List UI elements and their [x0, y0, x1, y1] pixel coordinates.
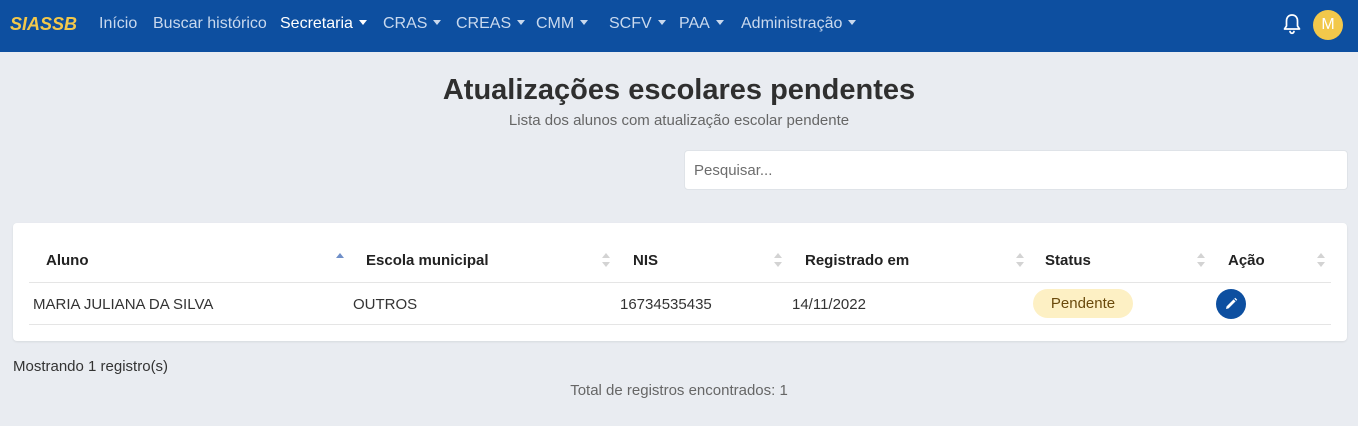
nav-inicio[interactable]: Início	[99, 15, 137, 33]
brand-logo[interactable]: SIASSB	[10, 14, 77, 35]
nav-paa[interactable]: PAA	[679, 15, 724, 33]
cell-nis: 16734535435	[620, 296, 712, 313]
nav-buscar-historico-label: Buscar histórico	[153, 15, 267, 32]
column-header-acao[interactable]: Ação	[1228, 252, 1265, 269]
cell-escola: OUTROS	[353, 296, 418, 313]
nav-paa-label: PAA	[679, 15, 710, 32]
bell-icon[interactable]	[1283, 13, 1301, 35]
caret-down-icon	[433, 20, 442, 25]
caret-down-icon	[848, 20, 857, 25]
nav-cmm-label: CMM	[536, 15, 575, 32]
page-subtitle: Lista dos alunos com atualização escolar…	[508, 112, 850, 129]
nav-scfv-label: SCFV	[609, 15, 652, 32]
header-divider	[29, 282, 1331, 283]
pencil-icon	[1226, 297, 1238, 309]
caret-down-icon	[517, 20, 526, 25]
edit-button[interactable]	[1216, 289, 1246, 319]
sort-ascending-icon[interactable]	[336, 251, 344, 269]
nav-inicio-label: Início	[99, 15, 138, 32]
top-navbar: SIASSB Início Buscar histórico Secretari…	[0, 0, 1358, 52]
status-badge: Pendente	[1033, 289, 1133, 318]
caret-down-icon	[580, 20, 589, 25]
caret-down-icon	[358, 20, 367, 25]
sort-icon[interactable]	[1317, 251, 1325, 269]
column-header-escola[interactable]: Escola municipal	[366, 252, 489, 269]
nav-buscar-historico[interactable]: Buscar histórico	[153, 15, 267, 33]
column-header-aluno[interactable]: Aluno	[46, 252, 89, 269]
nav-secretaria[interactable]: Secretaria	[280, 15, 367, 33]
results-table: Aluno Escola municipal NIS Registrado em…	[13, 223, 1347, 341]
sort-icon[interactable]	[602, 251, 610, 269]
row-divider	[29, 324, 1331, 325]
cell-aluno: MARIA JULIANA DA SILVA	[33, 296, 214, 313]
nav-cmm[interactable]: CMM	[536, 15, 589, 33]
nav-creas-label: CREAS	[456, 15, 512, 32]
caret-down-icon	[715, 20, 724, 25]
nav-secretaria-label: Secretaria	[280, 15, 353, 32]
nav-administracao-label: Administração	[741, 15, 843, 32]
nav-cras-label: CRAS	[383, 15, 428, 32]
nav-administracao[interactable]: Administração	[741, 15, 857, 33]
nav-scfv[interactable]: SCFV	[609, 15, 666, 33]
page-title: Atualizações escolares pendentes	[442, 74, 916, 106]
nav-creas[interactable]: CREAS	[456, 15, 526, 33]
caret-down-icon	[657, 20, 666, 25]
search-input[interactable]	[684, 150, 1348, 190]
sort-icon[interactable]	[1197, 251, 1205, 269]
records-count: Mostrando 1 registro(s)	[13, 358, 169, 375]
column-header-nis[interactable]: NIS	[633, 252, 658, 269]
sort-icon[interactable]	[774, 251, 782, 269]
total-records: Total de registros encontrados: 1	[570, 382, 788, 399]
cell-registrado: 14/11/2022	[792, 296, 866, 313]
nav-cras[interactable]: CRAS	[383, 15, 442, 33]
column-header-status[interactable]: Status	[1045, 252, 1091, 269]
user-avatar[interactable]: M	[1313, 10, 1343, 40]
sort-icon[interactable]	[1016, 251, 1024, 269]
column-header-registrado[interactable]: Registrado em	[805, 252, 909, 269]
